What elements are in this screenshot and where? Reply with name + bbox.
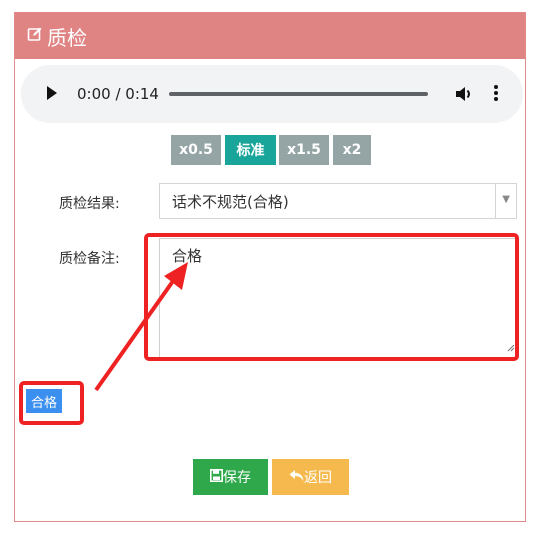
back-button-label: 返回	[304, 470, 332, 486]
speed-1-5-button[interactable]: x1.5	[279, 135, 329, 165]
play-icon[interactable]	[45, 84, 59, 106]
qualified-tag[interactable]: 合格	[26, 389, 62, 413]
save-button-label: 保存	[223, 470, 251, 486]
volume-icon[interactable]	[454, 84, 474, 108]
audio-progress-slider[interactable]	[169, 92, 428, 96]
remark-label: 质检备注:	[59, 251, 120, 267]
panel-title: 质检	[47, 25, 87, 50]
edit-icon	[27, 26, 43, 46]
select-divider	[495, 184, 496, 218]
result-select-value: 话术不规范(合格)	[172, 193, 289, 211]
remark-text: 合格	[172, 247, 203, 265]
audio-player[interactable]: 0:00 / 0:14	[21, 65, 523, 123]
audio-time: 0:00 / 0:14	[77, 85, 159, 103]
speed-2-button[interactable]: x2	[333, 135, 371, 165]
panel-header: 质检	[15, 13, 525, 59]
speed-0-5-button[interactable]: x0.5	[171, 135, 221, 165]
chevron-down-icon[interactable]: ▼	[502, 194, 510, 205]
save-button[interactable]: 保存	[193, 459, 268, 495]
quality-check-panel: 质检 0:00 / 0:14 x0.5 标准 x1.5 x2 质检结果: 话术不…	[14, 12, 526, 522]
result-select[interactable]: 话术不规范(合格) ▼	[159, 183, 517, 219]
reply-icon	[289, 469, 304, 486]
more-options-icon[interactable]	[493, 83, 499, 107]
save-icon	[210, 468, 223, 486]
speed-normal-button[interactable]: 标准	[225, 135, 276, 165]
remark-textarea[interactable]: 合格	[159, 238, 517, 358]
resize-handle-icon[interactable]	[507, 338, 515, 356]
back-button[interactable]: 返回	[272, 459, 349, 495]
result-label: 质检结果:	[59, 196, 120, 212]
